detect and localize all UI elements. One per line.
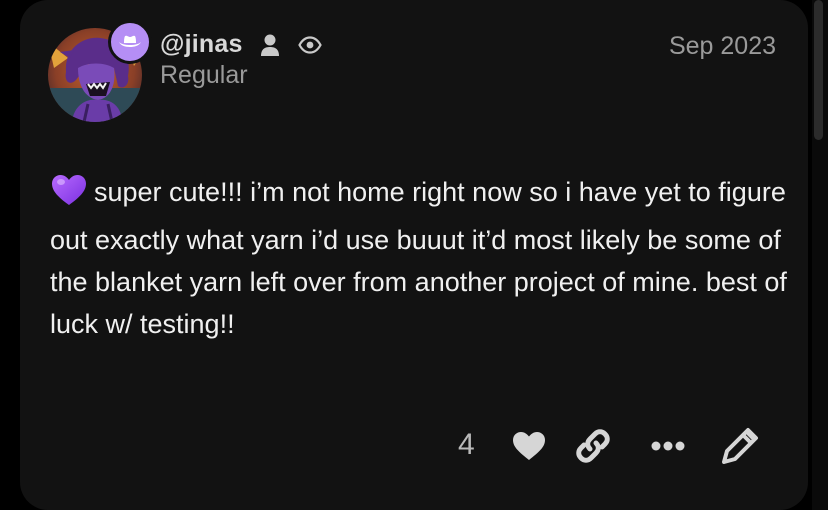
username[interactable]: @jinas <box>160 30 243 59</box>
post-date[interactable]: Sep 2023 <box>669 32 776 61</box>
like-count[interactable]: 4 <box>458 428 475 462</box>
link-icon <box>576 429 610 463</box>
eye-icon <box>298 36 322 59</box>
like-button[interactable] <box>507 424 551 468</box>
more-options-button[interactable] <box>646 424 690 468</box>
user-icon <box>260 34 280 63</box>
more-icon <box>651 441 685 451</box>
user-flair-badge[interactable] <box>108 20 152 64</box>
edit-button[interactable] <box>718 424 762 468</box>
user-title: Regular <box>160 61 248 89</box>
post-text: super cute!!! i’m not home right now so … <box>50 177 787 339</box>
purple-heart-icon <box>50 173 88 219</box>
heart-icon <box>513 432 545 460</box>
post-body: super cute!!! i’m not home right now so … <box>50 171 790 345</box>
copy-link-button[interactable] <box>571 424 615 468</box>
cowboy-hat-icon <box>119 35 141 47</box>
scrollbar-thumb[interactable] <box>814 0 823 140</box>
edit-icon <box>722 428 758 464</box>
